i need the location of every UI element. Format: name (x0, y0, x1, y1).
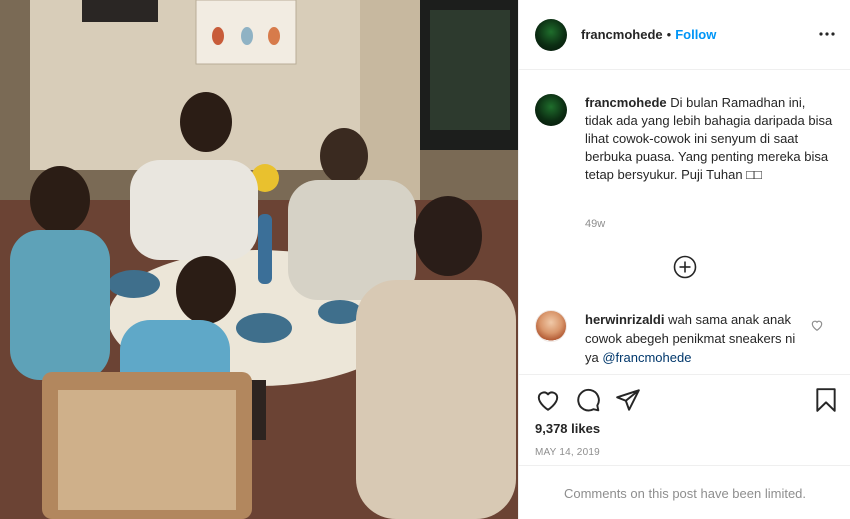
like-comment-icon[interactable] (810, 318, 824, 332)
caption: francmohede Di bulan Ramadhan ini, tidak… (535, 94, 835, 184)
caption-body: francmohede Di bulan Ramadhan ini, tidak… (585, 94, 835, 184)
separator-dot: • (666, 27, 672, 42)
comment-icon[interactable] (575, 387, 601, 413)
commenter-avatar[interactable] (535, 310, 567, 342)
follow-button[interactable]: Follow (675, 27, 716, 42)
comment-body: herwinrizaldi wah sama anak anak cowok a… (585, 310, 805, 374)
more-options-icon[interactable] (817, 24, 837, 44)
share-icon[interactable] (615, 387, 641, 413)
author-avatar[interactable] (535, 18, 567, 51)
commenter-username[interactable]: herwinrizaldi (585, 312, 664, 327)
author-username[interactable]: francmohede (581, 27, 663, 42)
comment-item: herwinrizaldi wah sama anak anak cowok a… (535, 310, 835, 374)
post-panel: francmohede • Follow francmohede Di bula… (518, 0, 850, 519)
comments-limited-text: Comments on this post have been limited. (563, 485, 807, 501)
caption-username[interactable]: francmohede (585, 95, 667, 110)
caption-timestamp[interactable]: 49w (585, 218, 605, 230)
comment-mention[interactable]: @francmohede (602, 350, 691, 365)
comments-limited-banner: Comments on this post have been limited. (519, 465, 850, 519)
post-date: MAY 14, 2019 (535, 447, 600, 458)
post-actions: 9,378 likes MAY 14, 2019 Comments on thi… (519, 374, 850, 519)
post-header: francmohede • Follow (519, 0, 850, 70)
like-count[interactable]: 9,378 likes (535, 421, 600, 436)
family-dinner-photo (0, 0, 518, 519)
save-icon[interactable] (813, 387, 839, 413)
caption-avatar[interactable] (535, 94, 567, 126)
load-more-comments-icon[interactable] (673, 255, 697, 279)
post-photo[interactable] (0, 0, 518, 519)
like-icon[interactable] (535, 387, 561, 413)
